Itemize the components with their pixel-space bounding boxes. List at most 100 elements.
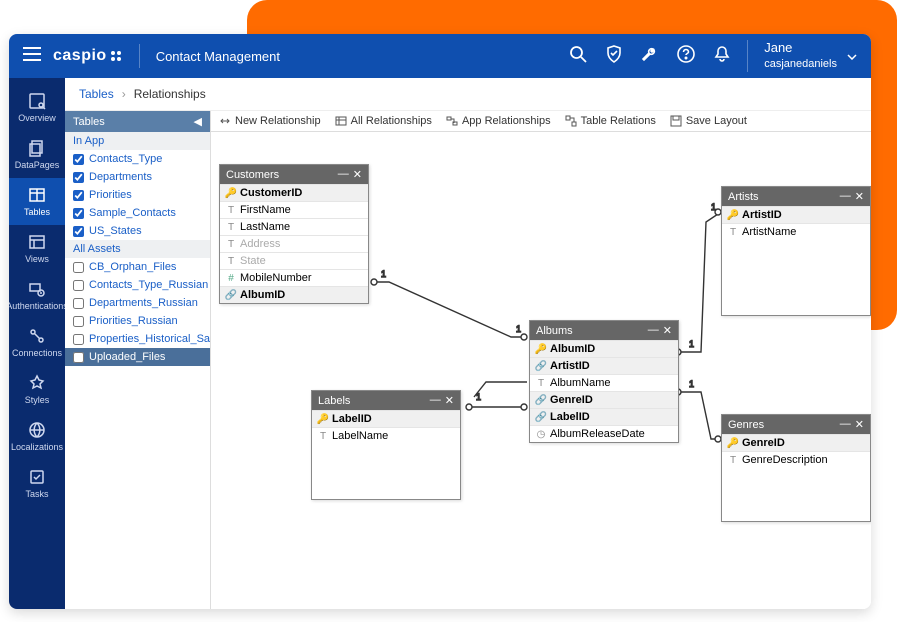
chevron-down-icon[interactable] (847, 47, 857, 65)
entity-field[interactable]: TLastName (220, 218, 368, 235)
table-checkbox[interactable] (73, 154, 84, 165)
breadcrumb-root[interactable]: Tables (79, 87, 114, 101)
minimize-icon[interactable]: — (430, 394, 441, 407)
app-window: caspio Contact Management Jane casjaneda… (9, 34, 871, 609)
sidebar-item-connections[interactable]: Connections (9, 319, 65, 366)
entity-field[interactable]: TLabelName (312, 427, 460, 444)
table-item[interactable]: Contacts_Type (65, 150, 210, 168)
sidebar-item-datapages[interactable]: DataPages (9, 131, 65, 178)
menu-icon[interactable] (23, 47, 41, 66)
entity-field[interactable]: ◷AlbumReleaseDate (530, 425, 678, 442)
entity-field[interactable]: TGenreDescription (722, 451, 870, 468)
entity-field[interactable]: 🔑GenreID (722, 434, 870, 451)
table-checkbox[interactable] (73, 352, 84, 363)
close-icon[interactable]: ✕ (445, 394, 454, 407)
sidebar-item-styles[interactable]: Styles (9, 366, 65, 413)
sidebar-item-tasks[interactable]: Tasks (9, 460, 65, 507)
new-relationship-button[interactable]: New Relationship (219, 115, 321, 127)
table-name: US_States (89, 225, 142, 237)
table-item[interactable]: Uploaded_Files (65, 348, 210, 366)
entity-field[interactable]: #MobileNumber (220, 269, 368, 286)
close-icon[interactable]: ✕ (855, 190, 864, 203)
link-icon: 🔗 (536, 395, 546, 406)
entity-customers[interactable]: Customers—✕ 🔑CustomerIDTFirstNameTLastNa… (219, 164, 369, 304)
entity-field[interactable]: 🔑AlbumID (530, 340, 678, 357)
sidebar-item-views[interactable]: Views (9, 225, 65, 272)
minimize-icon[interactable]: — (840, 418, 851, 431)
all-relationships-button[interactable]: All Relationships (335, 115, 432, 127)
entity-field[interactable]: 🔗AlbumID (220, 286, 368, 303)
canvas-wrap: New Relationship All Relationships App R… (211, 111, 871, 609)
search-icon[interactable] (569, 45, 587, 68)
field-name: State (240, 255, 266, 267)
table-checkbox[interactable] (73, 172, 84, 183)
link-icon: 🔗 (536, 412, 546, 423)
save-layout-button[interactable]: Save Layout (670, 115, 747, 127)
entity-field[interactable]: TState (220, 252, 368, 269)
table-name: Sample_Contacts (89, 207, 176, 219)
entity-field[interactable]: TAddress (220, 235, 368, 252)
sidebar-item-authentications[interactable]: Authentications (9, 272, 65, 319)
sidebar-item-tables[interactable]: Tables (9, 178, 65, 225)
table-item[interactable]: Contacts_Type_Russian (65, 276, 210, 294)
txt-icon: T (226, 222, 236, 233)
table-item[interactable]: US_States (65, 222, 210, 240)
entity-field[interactable]: 🔑LabelID (312, 410, 460, 427)
table-checkbox[interactable] (73, 280, 84, 291)
close-icon[interactable]: ✕ (855, 418, 864, 431)
table-checkbox[interactable] (73, 298, 84, 309)
table-name: Uploaded_Files (89, 351, 165, 363)
bell-icon[interactable] (713, 45, 731, 68)
entity-field[interactable]: 🔗GenreID (530, 391, 678, 408)
sidebar-item-overview[interactable]: Overview (9, 84, 65, 131)
minimize-icon[interactable]: — (338, 168, 349, 181)
entity-title: Genres (728, 419, 764, 431)
table-checkbox[interactable] (73, 208, 84, 219)
close-icon[interactable]: ✕ (663, 324, 672, 337)
entity-genres[interactable]: Genres — ✕ 🔑GenreIDTGenreDescription (721, 414, 871, 522)
app-title[interactable]: Contact Management (156, 49, 280, 64)
sidebar-item-localizations[interactable]: Localizations (9, 413, 65, 460)
entity-field[interactable]: 🔑CustomerID (220, 184, 368, 201)
entity-albums[interactable]: Albums — ✕ 🔑AlbumID🔗ArtistIDTAlbumName🔗Gen… (529, 320, 679, 443)
table-item[interactable]: Sample_Contacts (65, 204, 210, 222)
entity-artists[interactable]: Artists—✕ 🔑ArtistIDTArtistName (721, 186, 871, 316)
collapse-icon[interactable]: ◀ (194, 115, 202, 128)
txt-icon: T (318, 431, 328, 442)
entity-field[interactable]: TArtistName (722, 223, 870, 240)
entity-field[interactable]: TFirstName (220, 201, 368, 218)
logo[interactable]: caspio (53, 47, 123, 65)
field-name: LabelID (550, 411, 590, 423)
minimize-icon[interactable]: — (840, 190, 851, 203)
table-item[interactable]: Priorities_Russian (65, 312, 210, 330)
toolbar: New Relationship All Relationships App R… (211, 111, 871, 132)
table-relations-button[interactable]: Table Relations (565, 115, 656, 127)
table-checkbox[interactable] (73, 190, 84, 201)
help-icon[interactable] (677, 45, 695, 68)
table-item[interactable]: Departments (65, 168, 210, 186)
sidebar-item-label: Views (25, 254, 49, 264)
entity-field[interactable]: 🔗 LabelID (530, 408, 678, 425)
close-icon[interactable]: ✕ (353, 168, 362, 181)
txt-icon: T (728, 227, 738, 238)
user-menu[interactable]: Jane casjanedaniels (747, 40, 837, 71)
table-checkbox[interactable] (73, 334, 84, 345)
table-name: Priorities_Russian (89, 315, 178, 327)
entity-title: Albums (536, 325, 573, 337)
table-item[interactable]: CB_Orphan_Files (65, 258, 210, 276)
table-item[interactable]: Departments_Russian (65, 294, 210, 312)
table-item[interactable]: Priorities (65, 186, 210, 204)
entity-field[interactable]: 🔑ArtistID (722, 206, 870, 223)
table-checkbox[interactable] (73, 226, 84, 237)
table-item[interactable]: Properties_Historical_Sales (65, 330, 210, 348)
shield-icon[interactable] (605, 45, 623, 68)
wrench-icon[interactable] (641, 45, 659, 68)
entity-field[interactable]: TAlbumName (530, 374, 678, 391)
table-checkbox[interactable] (73, 316, 84, 327)
table-checkbox[interactable] (73, 262, 84, 273)
relationship-canvas[interactable]: 1 1 1 1 1 (211, 132, 871, 609)
entity-field[interactable]: 🔗ArtistID (530, 357, 678, 374)
app-relationships-button[interactable]: App Relationships (446, 115, 551, 127)
entity-labels[interactable]: Labels—✕ 🔑LabelIDTLabelName (311, 390, 461, 500)
minimize-icon[interactable]: — (648, 324, 659, 337)
